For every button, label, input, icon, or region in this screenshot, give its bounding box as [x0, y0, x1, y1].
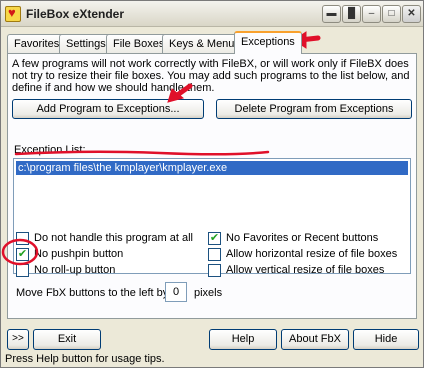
delete-program-button[interactable]: Delete Program from Exceptions — [216, 99, 412, 119]
intro-text: A few programs will not work correctly w… — [12, 58, 410, 94]
horizontal-resize-checkbox[interactable] — [208, 248, 221, 261]
add-program-button[interactable]: Add Program to Exceptions... — [12, 99, 204, 119]
about-button[interactable]: About FbX — [281, 329, 349, 350]
tab-exceptions[interactable]: Exceptions — [234, 31, 302, 54]
maximize-icon[interactable]: □ — [382, 5, 401, 23]
expand-button[interactable]: >> — [7, 329, 29, 350]
app-window: FileBox eXtender ▬ █ – □ ✕ Favorites Set… — [0, 0, 424, 368]
exceptions-panel: A few programs will not work correctly w… — [7, 53, 417, 319]
hide-button[interactable]: Hide — [353, 329, 419, 350]
window-title: FileBox eXtender — [26, 7, 125, 21]
vertical-resize-checkbox[interactable] — [208, 264, 221, 277]
list-item[interactable]: c:\program files\the kmplayer\kmplayer.e… — [16, 161, 408, 175]
status-bar: Press Help button for usage tips. — [5, 353, 165, 365]
exit-button[interactable]: Exit — [33, 329, 101, 350]
rollup-icon[interactable]: ▬ — [322, 5, 341, 23]
close-icon[interactable]: ✕ — [402, 5, 421, 23]
move-buttons-label: Move FbX buttons to the left by — [16, 287, 169, 299]
minimize-icon[interactable]: – — [362, 5, 381, 23]
do-not-handle-checkbox[interactable] — [16, 232, 29, 245]
tab-settings[interactable]: Settings — [59, 34, 113, 53]
pixels-unit-label: pixels — [194, 287, 223, 299]
exception-list-label: Exception List: — [14, 144, 86, 156]
no-pushpin-checkbox[interactable]: ✔ — [16, 248, 29, 261]
pushpin-icon[interactable]: █ — [342, 5, 361, 23]
app-heart-icon — [5, 5, 21, 22]
no-rollup-checkbox[interactable] — [16, 264, 29, 277]
tab-favorites[interactable]: Favorites — [7, 34, 67, 53]
title-bar: FileBox eXtender ▬ █ – □ ✕ — [1, 1, 423, 27]
no-favorites-checkbox[interactable]: ✔ — [208, 232, 221, 245]
help-button[interactable]: Help — [209, 329, 277, 350]
move-pixels-input[interactable]: 0 — [165, 282, 187, 302]
